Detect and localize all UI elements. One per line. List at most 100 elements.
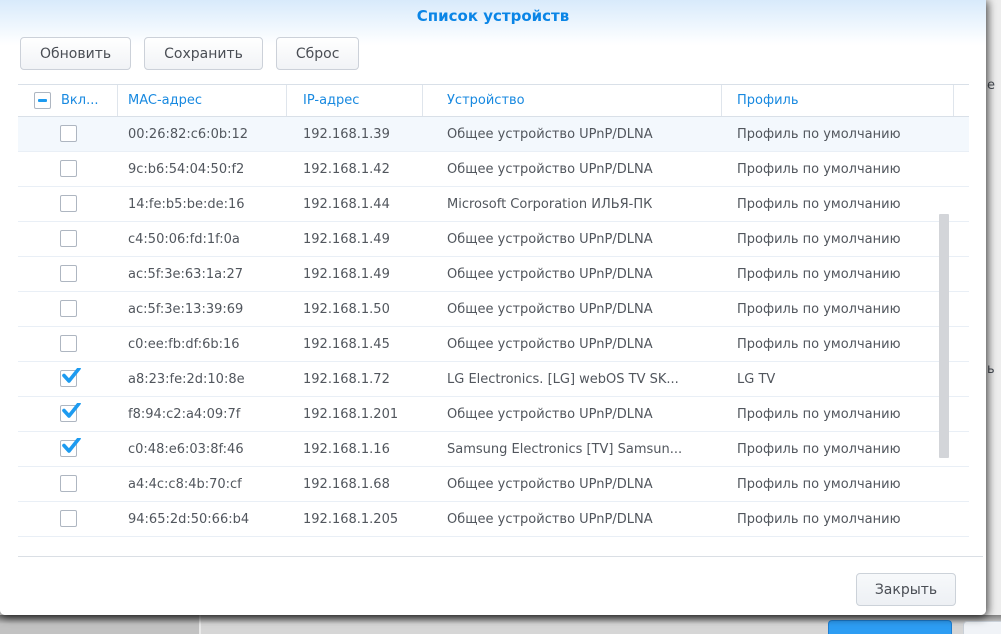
row-checkbox[interactable] [60,370,77,387]
column-header-mac[interactable]: MAC-адрес [118,85,287,116]
table-header: Вкл... MAC-адрес IP-адрес Устройство Про… [18,84,969,117]
close-button[interactable]: Закрыть [856,573,956,606]
profile-cell: Профиль по умолчанию [722,127,954,142]
column-header-enabled[interactable]: Вкл... [18,85,118,116]
mac-address-cell: ac:5f:3e:13:39:69 [118,302,287,317]
ip-address-cell: 192.168.1.49 [287,267,423,282]
row-checkbox[interactable] [60,195,77,212]
row-checkbox-cell [18,263,118,286]
underlying-secondary-button[interactable] [963,621,1001,634]
table-row[interactable]: a4:4c:c8:4b:70:cf 192.168.1.68 Общее уст… [18,467,969,502]
footer-separator [18,556,983,557]
profile-cell: Профиль по умолчанию [722,302,954,317]
device-name-cell: Samsung Electronics [TV] Samsun... [423,442,722,457]
table-row[interactable]: c0:48:e6:03:8f:46 192.168.1.16 Samsung E… [18,432,969,467]
mac-address-cell: c0:48:e6:03:8f:46 [118,442,287,457]
row-checkbox-cell [18,438,118,461]
ip-address-cell: 192.168.1.39 [287,127,423,142]
column-header-profile[interactable]: Профиль [722,85,954,116]
device-name-cell: Общее устройство UPnP/DLNA [423,477,722,492]
background-text-fragment: ь [987,362,995,377]
mac-address-cell: 94:65:2d:50:66:b4 [118,512,287,527]
profile-cell: LG TV [722,372,954,387]
table-row[interactable]: ac:5f:3e:63:1a:27 192.168.1.49 Общее уст… [18,257,969,292]
mac-address-cell: 00:26:82:c6:0b:12 [118,127,287,142]
row-checkbox-cell [18,123,118,146]
mac-address-cell: a8:23:fe:2d:10:8e [118,372,287,387]
mac-address-cell: a4:4c:c8:4b:70:cf [118,477,287,492]
header-scrollbar-gutter [954,85,969,116]
dialog-title: Список устройств [0,7,986,25]
table-scrollbar-thumb[interactable] [939,214,949,458]
column-header-ip[interactable]: IP-адрес [287,85,423,116]
ip-address-cell: 192.168.1.50 [287,302,423,317]
device-name-cell: LG Electronics. [LG] webOS TV SK... [423,372,722,387]
row-checkbox[interactable] [60,475,77,492]
mac-address-cell: ac:5f:3e:63:1a:27 [118,267,287,282]
column-label-enabled: Вкл... [61,93,98,108]
row-checkbox-cell [18,403,118,426]
device-table: Вкл... MAC-адрес IP-адрес Устройство Про… [18,84,969,537]
select-all-checkbox[interactable] [34,92,51,109]
column-header-device[interactable]: Устройство [423,85,722,116]
profile-cell: Профиль по умолчанию [722,512,954,527]
device-list-dialog: Список устройств Обновить Сохранить Сбро… [0,0,986,615]
ip-address-cell: 192.168.1.205 [287,512,423,527]
device-name-cell: Общее устройство UPnP/DLNA [423,232,722,247]
row-checkbox[interactable] [60,125,77,142]
table-row[interactable]: 00:26:82:c6:0b:12 192.168.1.39 Общее уст… [18,117,969,152]
table-row[interactable]: c4:50:06:fd:1f:0a 192.168.1.49 Общее уст… [18,222,969,257]
underlying-primary-button[interactable] [828,620,952,634]
device-name-cell: Общее устройство UPnP/DLNA [423,337,722,352]
row-checkbox[interactable] [60,405,77,422]
mac-address-cell: 14:fe:b5:be:de:16 [118,197,287,212]
profile-cell: Профиль по умолчанию [722,477,954,492]
checkmark-icon [61,368,81,385]
row-checkbox-cell [18,508,118,531]
device-name-cell: Общее устройство UPnP/DLNA [423,512,722,527]
profile-cell: Профиль по умолчанию [722,442,954,457]
device-name-cell: Общее устройство UPnP/DLNA [423,302,722,317]
profile-cell: Профиль по умолчанию [722,197,954,212]
table-row[interactable]: 14:fe:b5:be:de:16 192.168.1.44 Microsoft… [18,187,969,222]
row-checkbox[interactable] [60,230,77,247]
table-body: 00:26:82:c6:0b:12 192.168.1.39 Общее уст… [18,117,969,537]
table-row[interactable]: f8:94:c2:a4:09:7f 192.168.1.201 Общее ус… [18,397,969,432]
row-checkbox-cell [18,228,118,251]
table-row[interactable]: ac:5f:3e:13:39:69 192.168.1.50 Общее уст… [18,292,969,327]
row-checkbox[interactable] [60,335,77,352]
ip-address-cell: 192.168.1.44 [287,197,423,212]
row-checkbox[interactable] [60,265,77,282]
ip-address-cell: 192.168.1.16 [287,442,423,457]
row-checkbox[interactable] [60,510,77,527]
table-row[interactable]: c0:ee:fb:df:6b:16 192.168.1.45 Общее уст… [18,327,969,362]
row-checkbox-cell [18,193,118,216]
screen: е ь Список устройств Обновить Сохранить … [0,0,1001,634]
background-right-strip: е ь [986,0,1001,634]
mac-address-cell: 9c:b6:54:04:50:f2 [118,162,287,177]
table-row[interactable]: a8:23:fe:2d:10:8e 192.168.1.72 LG Electr… [18,362,969,397]
ip-address-cell: 192.168.1.68 [287,477,423,492]
ip-address-cell: 192.168.1.45 [287,337,423,352]
row-checkbox-cell [18,473,118,496]
refresh-button[interactable]: Обновить [20,37,131,70]
profile-cell: Профиль по умолчанию [722,407,954,422]
ip-address-cell: 192.168.1.72 [287,372,423,387]
row-checkbox[interactable] [60,300,77,317]
table-row[interactable]: 94:65:2d:50:66:b4 192.168.1.205 Общее ус… [18,502,969,537]
profile-cell: Профиль по умолчанию [722,162,954,177]
profile-cell: Профиль по умолчанию [722,232,954,247]
mac-address-cell: f8:94:c2:a4:09:7f [118,407,287,422]
device-name-cell: Общее устройство UPnP/DLNA [423,267,722,282]
row-checkbox[interactable] [60,440,77,457]
checkmark-icon [61,403,81,420]
profile-cell: Профиль по умолчанию [722,267,954,282]
device-name-cell: Microsoft Corporation ИЛЬЯ-ПК [423,197,722,212]
mac-address-cell: c0:ee:fb:df:6b:16 [118,337,287,352]
save-button[interactable]: Сохранить [144,37,263,70]
row-checkbox[interactable] [60,160,77,177]
row-checkbox-cell [18,333,118,356]
mac-address-cell: c4:50:06:fd:1f:0a [118,232,287,247]
table-row[interactable]: 9c:b6:54:04:50:f2 192.168.1.42 Общее уст… [18,152,969,187]
reset-button[interactable]: Сброс [276,37,360,70]
